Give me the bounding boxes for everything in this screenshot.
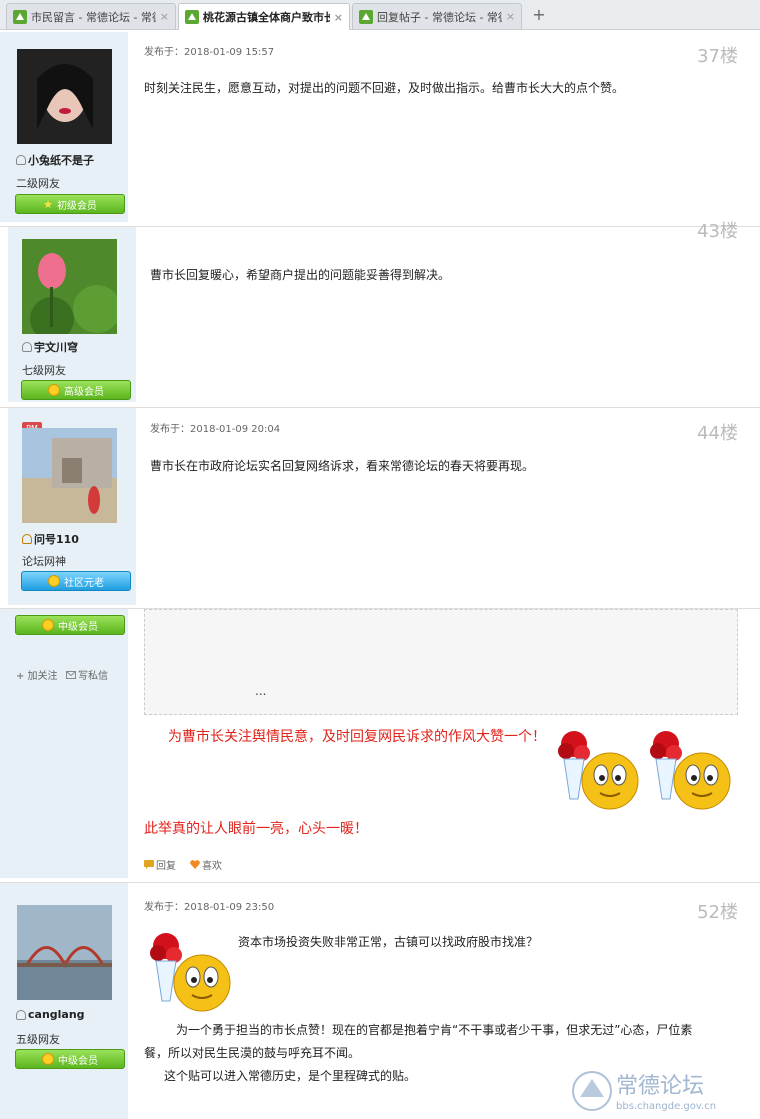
- member-badge: 社区元老: [21, 571, 131, 591]
- quote-block: ...: [144, 609, 738, 715]
- user-sidebar: PM canglang 五级网友 中级会员: [0, 883, 129, 1119]
- watermark-brand: 常德论坛: [616, 1074, 704, 1099]
- smiley-icon: [48, 384, 60, 396]
- post-content: 资本市场投资失败非常正常，古镇可以找政府股市找准？: [238, 935, 539, 949]
- avatar[interactable]: [17, 49, 112, 144]
- heart-icon: [190, 860, 200, 869]
- browser-tab-bar: 市民留言 - 常德论坛 - 常德 × 桃花源古镇全体商户致市长的一 × 回复帖子…: [0, 0, 760, 30]
- floor-number[interactable]: 37楼: [697, 42, 738, 68]
- reply-button[interactable]: 回复: [144, 857, 176, 872]
- member-badge: 高级会员: [21, 380, 131, 400]
- member-badge: 中级会员: [15, 1049, 125, 1069]
- post-content: 时刻关注民生，愿意互动，对提出的问题不回避，及时做出指示。给曹市长大大的点个赞。: [144, 81, 625, 95]
- user-level: 论坛网神: [22, 555, 66, 568]
- star-icon: ★: [43, 197, 53, 211]
- post-content: 曹市长在市政府论坛实名回复网络诉求，看来常德论坛的春天将要再现。: [150, 459, 535, 473]
- tab-reply-post[interactable]: 回复帖子 - 常德论坛 - 常德 ×: [352, 3, 522, 29]
- avatar[interactable]: [22, 428, 117, 523]
- quote-ellipsis: ...: [255, 684, 267, 698]
- message-link[interactable]: 写私信: [66, 667, 108, 682]
- post-date: 发布于：2018-01-09 23:50: [144, 902, 275, 913]
- member-badge: ★ 初级会员: [15, 194, 125, 214]
- forum-favicon-icon: [13, 9, 27, 24]
- reply-icon: [144, 860, 154, 869]
- smiley-icon: [42, 1053, 54, 1065]
- user-level: 二级网友: [16, 177, 60, 190]
- username[interactable]: 小兔纸不是子: [16, 152, 94, 168]
- post-floor-44: PM 问号110 论坛网神 社区元老 发布于：2018-01-09 20:04 …: [0, 407, 760, 605]
- avatar[interactable]: [22, 239, 117, 334]
- post-date: 发布于：2018-01-09 20:04: [150, 424, 281, 435]
- user-sidebar: 小兔纸不是子 二级网友 ★ 初级会员: [0, 32, 129, 222]
- floor-number[interactable]: 44楼: [697, 419, 738, 445]
- post-content-highlight: 为曹市长关注舆情民意，及时回复网民诉求的作风大赞一个！: [168, 729, 546, 745]
- close-icon[interactable]: ×: [506, 10, 515, 23]
- mail-icon: [66, 670, 76, 679]
- like-button[interactable]: 喜欢: [190, 857, 222, 872]
- post-body: ... 为曹市长关注舆情民意，及时回复网民诉求的作风大赞一个！ 此举真的让人眼前…: [128, 609, 760, 878]
- smiley-icon: [42, 619, 54, 631]
- post-content: 曹市长回复暖心，希望商户提出的问题能妥善得到解决。: [150, 268, 451, 282]
- member-badge: 中级会员: [15, 615, 125, 635]
- floor-number[interactable]: 43楼: [697, 217, 738, 243]
- rose-smiley-icon: [150, 933, 231, 1012]
- tab-citizen-message[interactable]: 市民留言 - 常德论坛 - 常德 ×: [6, 3, 176, 29]
- user-icon: [16, 1009, 26, 1020]
- user-icon: [22, 342, 32, 352]
- post-actions: 回复 喜欢: [144, 857, 222, 872]
- user-level: 五级网友: [16, 1033, 60, 1046]
- user-sidebar: 宇文川穹 七级网友 高级会员: [8, 227, 137, 402]
- user-level: 七级网友: [22, 364, 66, 377]
- rose-smiley-icon: [558, 731, 639, 810]
- close-icon[interactable]: ×: [334, 11, 343, 24]
- post-quote-reply: 中级会员 + 加关注 写私信 ... 为曹市长关注舆情民意，及时回复网民诉求的作…: [0, 608, 760, 878]
- user-icon: [16, 155, 26, 165]
- smiley-icon: [48, 575, 60, 587]
- new-tab-button[interactable]: +: [530, 5, 548, 25]
- floor-number[interactable]: 52楼: [697, 898, 738, 924]
- forum-favicon-icon: [359, 9, 373, 24]
- post-floor-43: 宇文川穹 七级网友 高级会员 43楼 曹市长回复暖心，希望商户提出的问题能妥善得…: [0, 221, 760, 402]
- username[interactable]: canglang: [16, 1008, 85, 1021]
- forum-favicon-icon: [185, 10, 199, 24]
- close-icon[interactable]: ×: [160, 10, 169, 23]
- avatar[interactable]: [17, 905, 112, 1000]
- post-date: 发布于：2018-01-09 15:57: [144, 47, 275, 58]
- changde-forum-watermark: 常德论坛 bbs.changde.gov.cn: [572, 1071, 716, 1112]
- post-body: 43楼 曹市长回复暖心，希望商户提出的问题能妥善得到解决。: [136, 221, 760, 402]
- post-content: 为一个勇于担当的市长点赞！现在的官都是抱着宁肯“不干事或者少干事，但求无过”心态…: [176, 1023, 693, 1037]
- follow-link[interactable]: + 加关注: [16, 667, 58, 682]
- post-body: 发布于：2018-01-09 20:04 44楼 曹市长在市政府论坛实名回复网络…: [136, 408, 760, 605]
- post-content-highlight: 此举真的让人眼前一亮，心头一暖！: [144, 821, 368, 837]
- tab-title: 回复帖子 - 常德论坛 - 常德: [377, 10, 502, 24]
- post-content: 餐，所以对民生民漠的鼓与呼充耳不闻。: [144, 1046, 361, 1060]
- username[interactable]: 宇文川穹: [22, 339, 78, 355]
- username[interactable]: 问号110: [22, 531, 79, 547]
- user-sidebar: PM 问号110 论坛网神 社区元老: [8, 408, 137, 605]
- watermark-url: bbs.changde.gov.cn: [616, 1101, 716, 1112]
- post-body: 发布于：2018-01-09 15:57 37楼 时刻关注民生，愿意互动，对提出…: [128, 32, 760, 222]
- post-floor-37: 小兔纸不是子 二级网友 ★ 初级会员 发布于：2018-01-09 15:57 …: [0, 32, 760, 222]
- tab-taohuayuan-letter[interactable]: 桃花源古镇全体商户致市长的一 ×: [178, 3, 350, 30]
- user-icon: [22, 534, 32, 544]
- user-sidebar: 中级会员 + 加关注 写私信: [0, 609, 129, 878]
- tab-title: 市民留言 - 常德论坛 - 常德: [31, 10, 156, 24]
- rose-smiley-icon: [650, 731, 731, 810]
- tab-title: 桃花源古镇全体商户致市长的一: [203, 11, 330, 24]
